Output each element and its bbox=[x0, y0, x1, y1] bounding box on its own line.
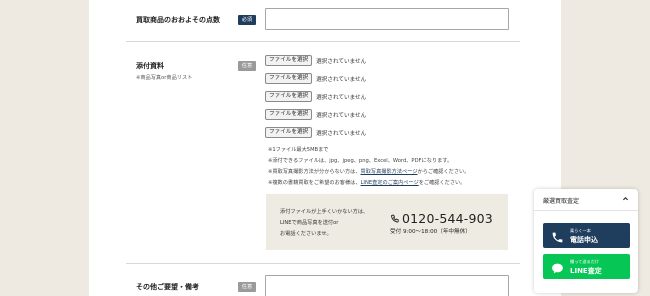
phone-icon bbox=[551, 229, 564, 248]
divider bbox=[126, 263, 520, 264]
phone-apply-button[interactable]: 楽らく一本 電話申込 bbox=[543, 223, 630, 248]
file-input-4: ファイルを選択 選択されていません bbox=[265, 109, 366, 120]
contact-text-line2: LINEで商品写真を送付or bbox=[280, 220, 339, 226]
phone-number-row[interactable]: 0120-544-903 bbox=[390, 211, 493, 226]
contact-text-line1: 添付ファイルが上手くいかない方は、 bbox=[280, 209, 369, 215]
phone-button-label: 電話申込 bbox=[570, 236, 598, 244]
file-input-1: ファイルを選択 選択されていません bbox=[265, 55, 366, 66]
phone-button-caption: 楽らく一本 bbox=[570, 228, 591, 233]
optional-badge: 任意 bbox=[238, 282, 256, 292]
chevron-up-icon[interactable] bbox=[622, 195, 629, 204]
line-guide-link[interactable]: LINE査定のご案内ページ bbox=[361, 180, 419, 186]
required-badge: 必須 bbox=[238, 15, 256, 25]
file-status: 選択されていません bbox=[316, 76, 367, 83]
choose-file-button[interactable]: ファイルを選択 bbox=[265, 109, 313, 120]
remarks-textarea[interactable] bbox=[265, 275, 509, 296]
business-hours: 受付 9:00～18:00（年中無休） bbox=[390, 229, 471, 235]
choose-file-button[interactable]: ファイルを選択 bbox=[265, 55, 313, 66]
optional-badge: 任意 bbox=[238, 61, 256, 71]
file-status: 選択されていません bbox=[316, 94, 367, 101]
note-file-types: ※添付できるファイルは、jpg、jpeg、png、Excel、Word、PDFに… bbox=[268, 158, 453, 164]
choose-file-button[interactable]: ファイルを選択 bbox=[265, 127, 313, 138]
attachment-label: 添付資料 bbox=[136, 62, 164, 70]
phone-icon bbox=[391, 214, 399, 222]
file-input-2: ファイルを選択 選択されていません bbox=[265, 73, 366, 84]
contact-box: 添付ファイルが上手くいかない方は、 LINEで商品写真を送付or お電話ください… bbox=[266, 194, 508, 250]
file-input-3: ファイルを選択 選択されていません bbox=[265, 91, 366, 102]
choose-file-button[interactable]: ファイルを選択 bbox=[265, 73, 313, 84]
choose-file-button[interactable]: ファイルを選択 bbox=[265, 91, 313, 102]
photo-guide-link[interactable]: 買取写真撮影方法ページ bbox=[361, 169, 418, 175]
count-input[interactable] bbox=[265, 8, 509, 30]
line-button-label: LINE査定 bbox=[570, 267, 602, 275]
count-field-label: 買取商品のおおよその点数 bbox=[136, 16, 220, 24]
phone-number[interactable]: 0120-544-903 bbox=[402, 211, 493, 226]
note-photo-guide: ※買取写真撮影方法が分からない方は、買取写真撮影方法ページからご確認ください。 bbox=[268, 169, 470, 175]
chat-bubble-icon bbox=[551, 260, 564, 279]
file-status: 選択されていません bbox=[316, 58, 367, 65]
widget-header[interactable]: 厳選買取査定 bbox=[534, 189, 638, 211]
line-button-caption: 撮って送るだけ bbox=[570, 259, 600, 264]
file-status: 選択されていません bbox=[316, 130, 367, 137]
remarks-label: その他ご要望・備考 bbox=[136, 283, 199, 291]
attachment-sublabel: ※商品写真or商品リスト bbox=[136, 75, 193, 81]
file-input-5: ファイルを選択 選択されていません bbox=[265, 127, 366, 138]
note-line-guide: ※複数の書籍買取をご希望のお客様は、LINE査定のご案内ページをご確認ください。 bbox=[268, 180, 466, 186]
divider bbox=[126, 41, 520, 42]
note-max-size: ※1ファイル最大5MBまで bbox=[268, 147, 329, 153]
widget-title: 厳選買取査定 bbox=[543, 198, 580, 205]
file-status: 選択されていません bbox=[316, 112, 367, 119]
line-assessment-button[interactable]: 撮って送るだけ LINE査定 bbox=[543, 254, 630, 279]
contact-text-line3: お電話くださいませ。 bbox=[280, 231, 332, 237]
assessment-widget: 厳選買取査定 楽らく一本 電話申込 撮って送るだけ LINE査定 bbox=[534, 189, 638, 293]
